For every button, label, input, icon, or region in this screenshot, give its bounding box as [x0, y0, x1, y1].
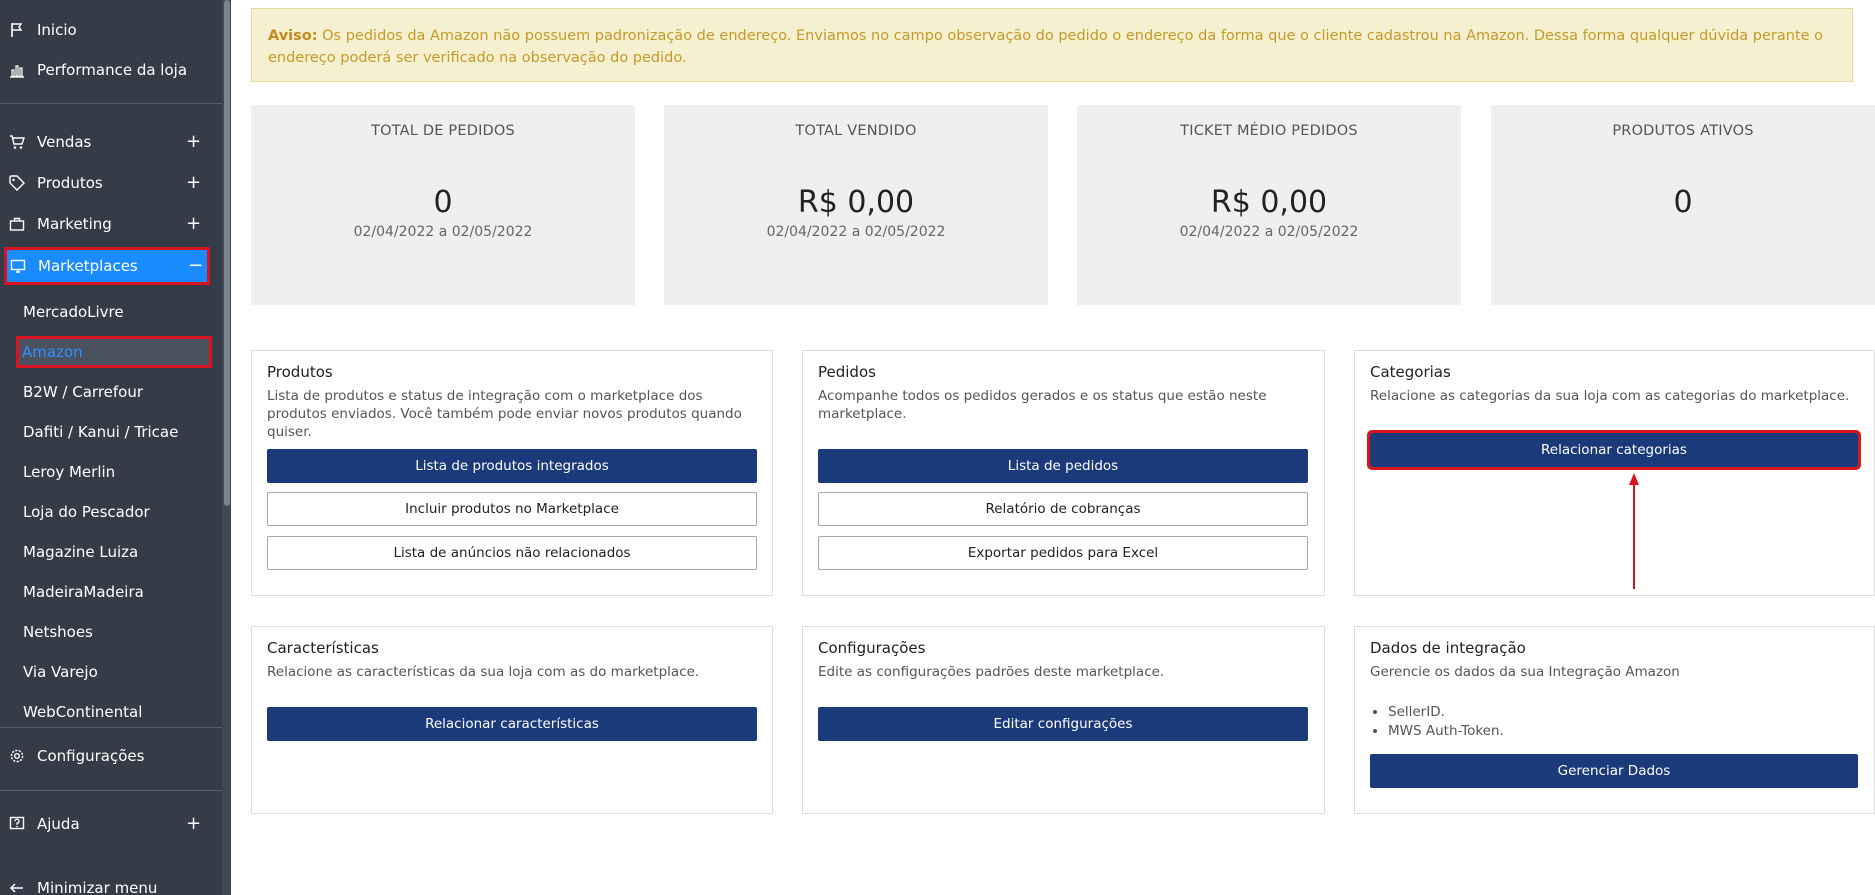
card-pedidos: Pedidos Acompanhe todos os pedidos gerad…: [802, 350, 1325, 596]
briefcase-icon: [9, 216, 25, 232]
sidebar-item-label: Inicio: [37, 21, 77, 39]
sidebar-subitem-b2w[interactable]: B2W / Carrefour: [23, 376, 203, 408]
relacionar-categorias-button[interactable]: Relacionar categorias: [1367, 430, 1861, 470]
card-description: Acompanhe todos os pedidos gerados e os …: [818, 388, 1267, 422]
sidebar-item-vendas[interactable]: Vendas +: [0, 123, 222, 161]
sidebar-item-marketing[interactable]: Marketing +: [0, 205, 222, 243]
sidebar-item-label: Produtos: [37, 174, 103, 192]
sidebar-subitem-mercadolivre[interactable]: MercadoLivre: [23, 296, 203, 328]
lista-anuncios-nao-relacionados-button[interactable]: Lista de anúncios não relacionados: [267, 536, 757, 570]
integration-list: SellerID. MWS Auth-Token.: [1370, 703, 1859, 741]
stat-value: 0: [433, 185, 453, 220]
annotation-arrow-icon: [1629, 473, 1639, 589]
sidebar-subitem-loja-do-pescador[interactable]: Loja do Pescador: [23, 496, 203, 528]
stat-range: 02/04/2022 a 02/05/2022: [1179, 224, 1359, 240]
card-description: Relacione as categorias da sua loja com …: [1370, 388, 1850, 404]
expand-icon[interactable]: +: [186, 815, 201, 833]
sidebar-item-produtos[interactable]: Produtos +: [0, 164, 222, 202]
card-title: Categorias: [1370, 363, 1451, 381]
sidebar-subitem-magazine-luiza[interactable]: Magazine Luiza: [23, 536, 203, 568]
card-categorias: Categorias Relacione as categorias da su…: [1354, 350, 1875, 596]
sidebar-divider: [0, 790, 222, 791]
card-description: Edite as configurações padrões deste mar…: [818, 664, 1165, 680]
card-description: Relacione as características da sua loja…: [267, 664, 700, 680]
main-content: Aviso: Os pedidos da Amazon não possuem …: [231, 0, 1875, 895]
sidebar-item-label: Configurações: [37, 747, 145, 765]
notice-text: Os pedidos da Amazon não possuem padroni…: [268, 28, 1824, 66]
card-title: Produtos: [267, 363, 333, 381]
sidebar-minimize-menu[interactable]: Minimizar menu: [0, 869, 222, 895]
relatorio-cobrancas-button[interactable]: Relatório de cobranças: [818, 492, 1308, 526]
sidebar-subitem-via-varejo[interactable]: Via Varejo: [23, 656, 203, 688]
expand-icon[interactable]: +: [186, 133, 201, 151]
arrow-left-icon: [9, 880, 25, 895]
sidebar-item-marketplaces[interactable]: Marketplaces −: [4, 247, 210, 285]
card-produtos: Produtos Lista de produtos e status de i…: [251, 350, 773, 596]
relacionar-caracteristicas-button[interactable]: Relacionar características: [267, 707, 757, 741]
stat-ticket-medio: TICKET MÉDIO PEDIDOS R$ 0,00 02/04/2022 …: [1077, 105, 1461, 305]
stat-value: R$ 0,00: [1210, 185, 1328, 220]
sidebar-item-performance[interactable]: Performance da loja: [0, 51, 222, 89]
amazon-notice: Aviso: Os pedidos da Amazon não possuem …: [251, 8, 1853, 82]
flag-icon: [9, 22, 25, 38]
stat-total-vendido: TOTAL VENDIDO R$ 0,00 02/04/2022 a 02/05…: [664, 105, 1048, 305]
monitor-icon: [10, 258, 26, 274]
card-description: Lista de produtos e status de integração…: [267, 388, 742, 440]
sidebar-item-label: Marketing: [37, 215, 112, 233]
collapse-icon[interactable]: −: [188, 257, 203, 275]
sidebar-subitem-amazon[interactable]: Amazon: [16, 336, 212, 368]
bar-chart-icon: [9, 62, 25, 78]
stat-value: R$ 0,00: [797, 185, 915, 220]
sidebar-subitem-dafiti[interactable]: Dafiti / Kanui / Tricae: [23, 416, 203, 448]
help-icon: [9, 816, 25, 832]
sidebar: Inicio Performance da loja Vendas + Prod…: [0, 0, 231, 895]
card-title: Características: [267, 639, 379, 657]
stat-title: TOTAL DE PEDIDOS: [371, 123, 515, 139]
sidebar-item-ajuda[interactable]: Ajuda +: [0, 805, 222, 843]
sidebar-item-label: Vendas: [37, 133, 92, 151]
card-title: Pedidos: [818, 363, 876, 381]
expand-icon[interactable]: +: [186, 215, 201, 233]
tag-icon: [9, 175, 25, 191]
gerenciar-dados-button[interactable]: Gerenciar Dados: [1370, 754, 1858, 788]
sidebar-item-label: Minimizar menu: [37, 879, 158, 895]
gear-icon: [9, 748, 25, 764]
list-item: SellerID.: [1388, 703, 1859, 722]
exportar-pedidos-button[interactable]: Exportar pedidos para Excel: [818, 536, 1308, 570]
stat-title: PRODUTOS ATIVOS: [1612, 123, 1754, 139]
sidebar-subitem-madeiramadeira[interactable]: MadeiraMadeira: [23, 576, 203, 608]
sidebar-subitem-webcontinental[interactable]: WebContinental: [23, 696, 203, 728]
card-title: Configurações: [818, 639, 926, 657]
stat-total-pedidos: TOTAL DE PEDIDOS 0 02/04/2022 a 02/05/20…: [251, 105, 635, 305]
sidebar-item-label: Performance da loja: [37, 61, 188, 79]
sidebar-divider: [0, 727, 222, 728]
card-configuracoes: Configurações Edite as configurações pad…: [802, 626, 1325, 814]
sidebar-scrollbar-thumb[interactable]: [224, 0, 230, 506]
stat-produtos-ativos: PRODUTOS ATIVOS 0: [1491, 105, 1875, 305]
sidebar-item-inicio[interactable]: Inicio: [0, 11, 222, 49]
sidebar-subitem-leroy-merlin[interactable]: Leroy Merlin: [23, 456, 203, 488]
stat-value: 0: [1673, 185, 1693, 220]
card-description: Gerencie os dados da sua Integração Amaz…: [1370, 664, 1680, 680]
sidebar-item-configuracoes[interactable]: Configurações: [0, 737, 222, 775]
cart-icon: [9, 134, 25, 150]
stat-title: TOTAL VENDIDO: [795, 123, 917, 139]
incluir-produtos-button[interactable]: Incluir produtos no Marketplace: [267, 492, 757, 526]
sidebar-subitem-netshoes[interactable]: Netshoes: [23, 616, 203, 648]
notice-prefix: Aviso:: [268, 28, 318, 44]
lista-pedidos-button[interactable]: Lista de pedidos: [818, 449, 1308, 483]
card-title: Dados de integração: [1370, 639, 1526, 657]
sidebar-item-label: Marketplaces: [38, 257, 138, 275]
card-dados-integracao: Dados de integração Gerencie os dados da…: [1354, 626, 1875, 814]
stat-range: 02/04/2022 a 02/05/2022: [353, 224, 533, 240]
sidebar-divider: [0, 103, 222, 104]
expand-icon[interactable]: +: [186, 174, 201, 192]
stat-range: 02/04/2022 a 02/05/2022: [766, 224, 946, 240]
list-item: MWS Auth-Token.: [1388, 722, 1859, 741]
sidebar-item-label: Ajuda: [37, 815, 80, 833]
lista-produtos-integrados-button[interactable]: Lista de produtos integrados: [267, 449, 757, 483]
card-caracteristicas: Características Relacione as característ…: [251, 626, 773, 814]
editar-configuracoes-button[interactable]: Editar configurações: [818, 707, 1308, 741]
stat-title: TICKET MÉDIO PEDIDOS: [1180, 123, 1358, 139]
